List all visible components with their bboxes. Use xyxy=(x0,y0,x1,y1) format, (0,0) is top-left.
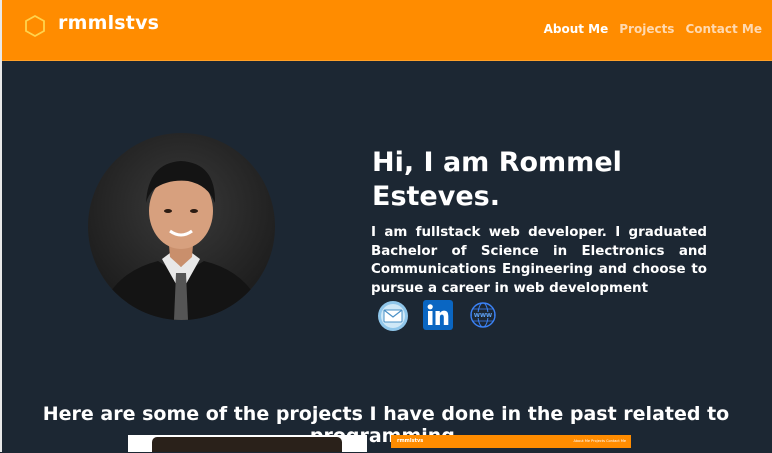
project-thumbnail-2[interactable]: rmmlstvs About Me Projects Contact Me xyxy=(391,435,631,453)
laptop-screen-preview xyxy=(152,437,342,452)
mini-nav: About Me Projects Contact Me xyxy=(573,439,626,443)
mini-brand: rmmlstvs xyxy=(397,438,424,444)
main-nav: About Me Projects Contact Me xyxy=(544,22,762,36)
nav-about-me[interactable]: About Me xyxy=(544,22,609,36)
profile-photo xyxy=(88,133,275,320)
nav-contact-me[interactable]: Contact Me xyxy=(685,22,762,36)
mail-icon[interactable] xyxy=(377,300,409,332)
top-navbar: rmmlstvs About Me Projects Contact Me xyxy=(2,0,772,61)
linkedin-icon[interactable] xyxy=(423,300,453,330)
hero-bio: I am fullstack web developer. I graduate… xyxy=(371,225,707,296)
svg-text:WWW: WWW xyxy=(474,313,492,319)
hero-headline: Hi, I am Rommel Esteves. xyxy=(372,147,622,212)
hexagon-icon xyxy=(25,14,45,38)
www-globe-icon[interactable]: WWW xyxy=(470,300,496,330)
project-thumbnail-1[interactable] xyxy=(128,435,367,452)
projects-heading: Here are some of the projects I have don… xyxy=(42,403,730,447)
nav-projects[interactable]: Projects xyxy=(619,22,674,36)
window-edge xyxy=(0,0,2,452)
brand-name[interactable]: rmmlstvs xyxy=(58,12,159,34)
